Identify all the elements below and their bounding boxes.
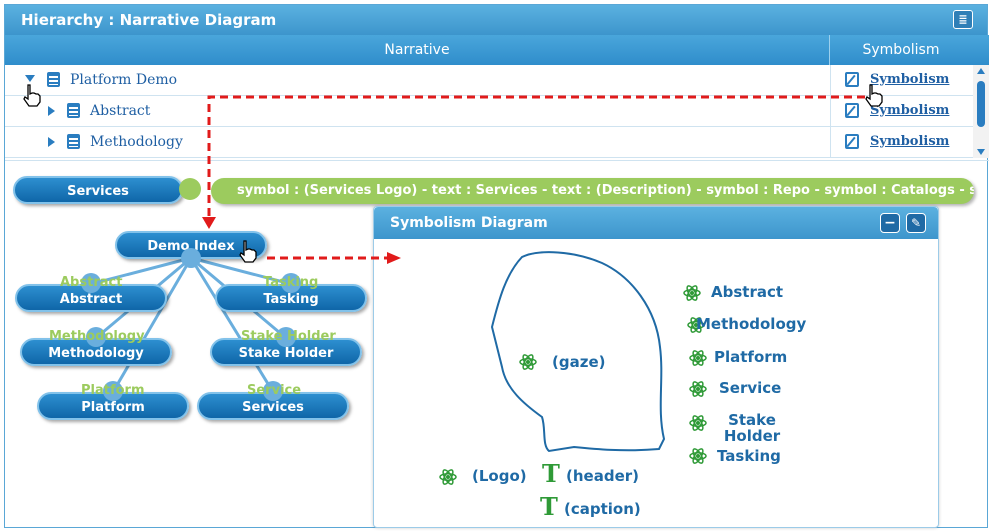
atom-icon (683, 285, 701, 301)
table-row[interactable]: Methodology Symbolism (5, 127, 973, 158)
collapse-arrow-icon[interactable] (48, 137, 55, 147)
symbolism-cell: Symbolism (830, 96, 973, 127)
atom-icon (689, 448, 707, 464)
collapse-arrow-icon[interactable] (48, 106, 55, 116)
hand-cursor-icon (23, 84, 41, 107)
text-t-icon: T (542, 459, 560, 488)
atom-icon (689, 415, 707, 431)
atom-icon (519, 354, 537, 370)
ghost-label: Tasking (263, 275, 319, 290)
symbol-tasking[interactable]: Tasking (717, 447, 781, 465)
text-t-icon: T (540, 492, 558, 521)
ghost-label: Stake Holder (241, 329, 336, 344)
atom-icon (689, 381, 707, 397)
symbolism-link[interactable]: Symbolism (870, 134, 949, 149)
vertical-scrollbar[interactable] (973, 65, 989, 158)
symbolism-cell: Symbolism (830, 127, 973, 158)
node-services-top[interactable]: Services (13, 176, 183, 204)
symbolism-diagram-panel: Symbolism Diagram − ✎ (gaze) Abstract Me… (373, 206, 939, 528)
hand-cursor-icon (239, 240, 257, 263)
symbol-abstract[interactable]: Abstract (711, 283, 783, 301)
table-row[interactable]: Platform Demo Symbolism (5, 65, 973, 96)
logo-label: (Logo) (472, 467, 527, 485)
column-header-narrative[interactable]: Narrative (5, 35, 830, 65)
header-label: (header) (566, 467, 639, 485)
ghost-label: Methodology (49, 329, 145, 344)
scroll-up-icon[interactable] (977, 68, 985, 74)
scroll-thumb[interactable] (977, 81, 985, 127)
atom-icon (689, 350, 707, 366)
head-outline (490, 251, 666, 453)
row-label[interactable]: Methodology (90, 134, 183, 150)
window-titlebar: Hierarchy : Narrative Diagram ≣ (5, 5, 987, 35)
column-header-symbolism[interactable]: Symbolism (830, 35, 972, 65)
ghost-label: Abstract (60, 275, 123, 290)
scroll-down-icon[interactable] (977, 149, 985, 155)
atom-icon (439, 469, 457, 485)
ghost-label: Service (247, 383, 302, 398)
hierarchy-panel: Hierarchy : Narrative Diagram ≣ Narrativ… (4, 4, 989, 528)
symbol-service[interactable]: Service (719, 379, 781, 397)
symbol-platform[interactable]: Platform (714, 348, 787, 366)
connector-dot (179, 178, 201, 200)
minimize-icon[interactable]: − (880, 213, 900, 233)
table-row[interactable]: Abstract Symbolism (5, 96, 973, 127)
edit-icon[interactable] (845, 103, 859, 118)
symbolism-cell: Symbolism (830, 65, 973, 96)
grid-header: Narrative Symbolism (5, 35, 989, 65)
list-icon[interactable]: ≣ (953, 10, 973, 29)
symbolism-title: Symbolism Diagram − ✎ (374, 207, 938, 239)
symbol-stake-holder[interactable]: Stake Holder (722, 412, 782, 444)
symbol-text-bar[interactable]: symbol : (Services Logo) - text : Servic… (211, 178, 974, 204)
ghost-label: Platform (81, 383, 145, 398)
symbol-methodology[interactable]: Methodology (696, 315, 806, 333)
row-label[interactable]: Platform Demo (70, 72, 177, 88)
edit-icon[interactable] (845, 134, 859, 149)
hand-cursor-icon (865, 84, 883, 107)
hub-dot (181, 248, 201, 268)
symbolism-title-text: Symbolism Diagram (390, 215, 548, 231)
document-icon (67, 134, 80, 149)
edit-icon[interactable]: ✎ (906, 213, 926, 233)
row-label[interactable]: Abstract (90, 103, 150, 119)
expand-arrow-icon[interactable] (25, 75, 35, 82)
edit-icon[interactable] (845, 72, 859, 87)
document-icon (47, 72, 60, 87)
caption-label: (caption) (564, 500, 641, 518)
document-icon (67, 103, 80, 118)
grid-body: Platform Demo Symbolism Abstract Symboli… (5, 65, 973, 158)
gaze-label: (gaze) (552, 353, 606, 371)
window-title: Hierarchy : Narrative Diagram (21, 11, 277, 29)
